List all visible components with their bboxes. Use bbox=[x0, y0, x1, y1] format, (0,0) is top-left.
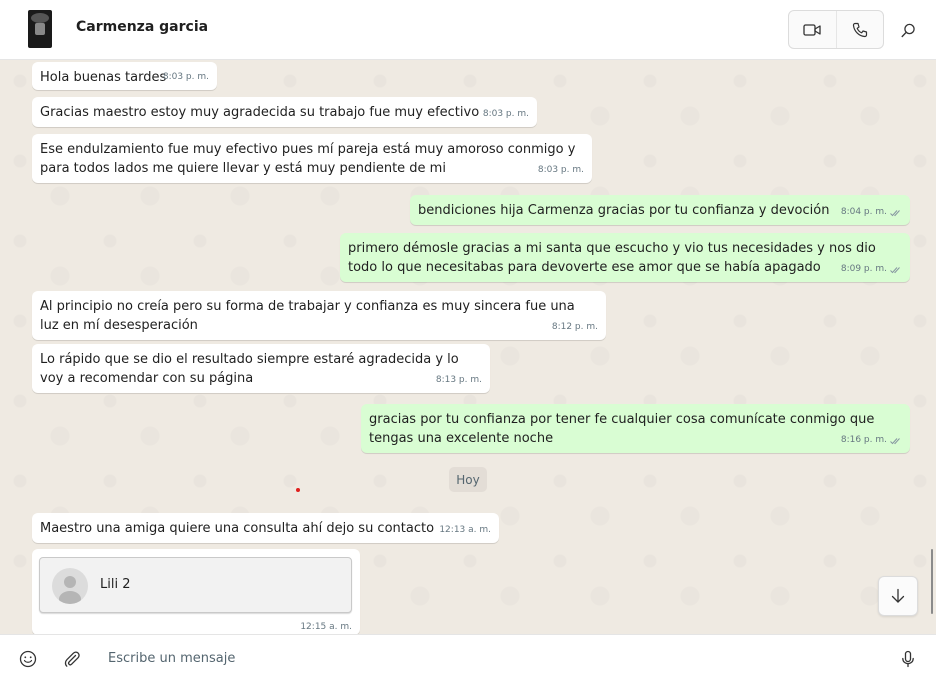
shared-contact-name: Lili 2 bbox=[100, 577, 131, 592]
message-incoming[interactable]: Ese endulzamiento fue muy efectivo pues … bbox=[32, 134, 592, 183]
message-time: 8:03 p. m. bbox=[482, 109, 529, 119]
search-button[interactable] bbox=[896, 18, 920, 42]
message-text: bendiciones hija Carmenza gracias por tu… bbox=[418, 203, 830, 218]
contact-name[interactable]: Carmenza garcia bbox=[76, 19, 208, 35]
search-icon bbox=[901, 23, 915, 37]
message-time: 8:09 p. m. bbox=[840, 264, 887, 274]
message-incoming[interactable]: Gracias maestro estoy muy agradecida su … bbox=[32, 97, 537, 127]
message-list[interactable]: Hola buenas tardes 8:03 p. m. Gracias ma… bbox=[0, 61, 936, 634]
attach-button[interactable] bbox=[62, 649, 82, 669]
message-incoming[interactable]: Lo rápido que se dio el resultado siempr… bbox=[32, 344, 490, 393]
message-time: 8:03 p. m. bbox=[162, 72, 209, 82]
read-ticks-icon bbox=[890, 437, 900, 444]
read-ticks-icon bbox=[890, 209, 900, 216]
contact-card-button[interactable]: Lili 2 bbox=[39, 557, 352, 613]
message-text: gracias por tu confianza por tener fe cu… bbox=[369, 412, 875, 446]
chat-header: Carmenza garcia bbox=[0, 0, 936, 60]
voice-message-button[interactable] bbox=[898, 649, 918, 669]
contact-placeholder-icon bbox=[52, 568, 88, 604]
message-incoming[interactable]: Maestro una amiga quiere una consulta ah… bbox=[32, 513, 499, 543]
emoji-button[interactable] bbox=[18, 649, 38, 669]
message-composer bbox=[0, 634, 936, 681]
message-meta: 8:09 p. m. bbox=[841, 260, 902, 279]
voice-call-icon bbox=[852, 22, 868, 37]
message-time: 8:03 p. m. bbox=[537, 165, 584, 175]
paperclip-icon bbox=[64, 651, 80, 667]
message-outgoing[interactable]: primero démosle gracias a mi santa que e… bbox=[340, 233, 910, 282]
message-text: Al principio no creía pero su forma de t… bbox=[40, 299, 575, 333]
message-text: Ese endulzamiento fue muy efectivo pues … bbox=[40, 142, 576, 176]
scroll-to-bottom-button[interactable] bbox=[878, 576, 918, 616]
call-button-group bbox=[788, 10, 884, 49]
message-time: 12:15 a. m. bbox=[300, 622, 352, 632]
message-input[interactable] bbox=[100, 644, 860, 673]
message-outgoing[interactable]: bendiciones hija Carmenza gracias por tu… bbox=[410, 195, 910, 225]
message-time: 8:16 p. m. bbox=[840, 435, 887, 445]
message-incoming[interactable]: Hola buenas tardes 8:03 p. m. bbox=[32, 62, 217, 90]
message-time: 12:13 a. m. bbox=[439, 525, 491, 535]
read-ticks-icon bbox=[890, 266, 900, 273]
contact-avatar[interactable] bbox=[28, 10, 52, 48]
message-meta: 8:04 p. m. bbox=[841, 203, 902, 222]
message-time: 8:13 p. m. bbox=[435, 375, 482, 385]
video-call-button[interactable] bbox=[789, 11, 836, 48]
red-dot-marker bbox=[296, 488, 300, 492]
message-text: Gracias maestro estoy muy agradecida su … bbox=[40, 105, 480, 120]
message-outgoing[interactable]: gracias por tu confianza por tener fe cu… bbox=[361, 404, 910, 453]
message-time: 8:04 p. m. bbox=[840, 207, 887, 217]
message-text: Lo rápido que se dio el resultado siempr… bbox=[40, 352, 459, 386]
message-meta: 8:16 p. m. bbox=[841, 431, 902, 450]
message-text: primero démosle gracias a mi santa que e… bbox=[348, 241, 876, 275]
microphone-icon bbox=[902, 650, 914, 668]
voice-call-button[interactable] bbox=[835, 11, 883, 48]
message-incoming[interactable]: Al principio no creía pero su forma de t… bbox=[32, 291, 606, 340]
shared-contact-message[interactable]: Lili 2 12:15 a. m. bbox=[32, 549, 360, 634]
message-time: 8:12 p. m. bbox=[551, 322, 598, 332]
scrollbar-thumb[interactable] bbox=[931, 549, 933, 614]
emoji-icon bbox=[19, 650, 37, 668]
message-text: Maestro una amiga quiere una consulta ah… bbox=[40, 521, 435, 536]
arrow-down-icon bbox=[891, 588, 905, 603]
video-call-icon bbox=[803, 23, 822, 36]
day-separator: Hoy bbox=[449, 467, 487, 492]
